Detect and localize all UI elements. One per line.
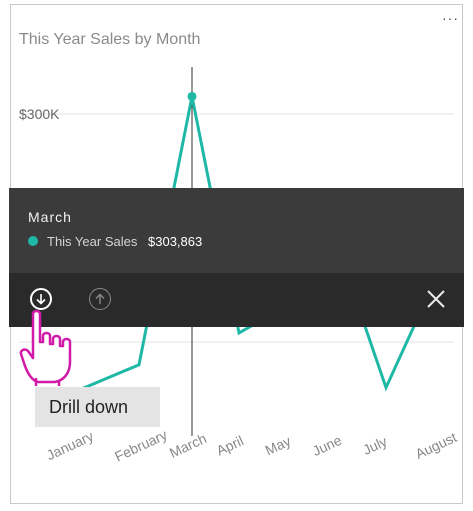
tooltip-action-bar: [9, 273, 464, 327]
drill-down-button[interactable]: [30, 288, 52, 310]
x-tick-label-february: February: [112, 426, 170, 464]
tooltip-series-name: This Year Sales: [47, 234, 138, 249]
arrow-down-icon: [36, 294, 46, 305]
x-tick-label-march: March: [167, 430, 209, 461]
x-tick-label-july: July: [360, 433, 389, 458]
data-point-march[interactable]: [187, 91, 197, 101]
arrow-up-icon: [95, 293, 105, 304]
data-points: [187, 91, 197, 101]
y-tick-label: $300K: [19, 106, 60, 122]
tooltip-month: March: [28, 209, 72, 225]
tooltip-panel: [9, 188, 464, 273]
hand-pointer-icon: [19, 309, 72, 386]
tooltip-value: $303,863: [148, 234, 203, 249]
y-axis-labels: $300K: [19, 106, 60, 122]
drill-up-button[interactable]: [89, 288, 111, 310]
x-tick-label-may: May: [263, 433, 294, 459]
close-icon: [427, 290, 445, 308]
close-button[interactable]: [424, 287, 448, 311]
x-tick-label-june: June: [310, 432, 344, 459]
x-axis-labels: January FebruaryMarch April May June July Augu…: [44, 426, 459, 464]
x-tick-label-january: January: [44, 428, 96, 464]
x-tick-label-august: August: [413, 429, 459, 462]
x-tick-label-april: April: [214, 432, 246, 458]
drill-down-callout: Drill down: [35, 387, 160, 427]
series-color-dot: [28, 236, 38, 246]
